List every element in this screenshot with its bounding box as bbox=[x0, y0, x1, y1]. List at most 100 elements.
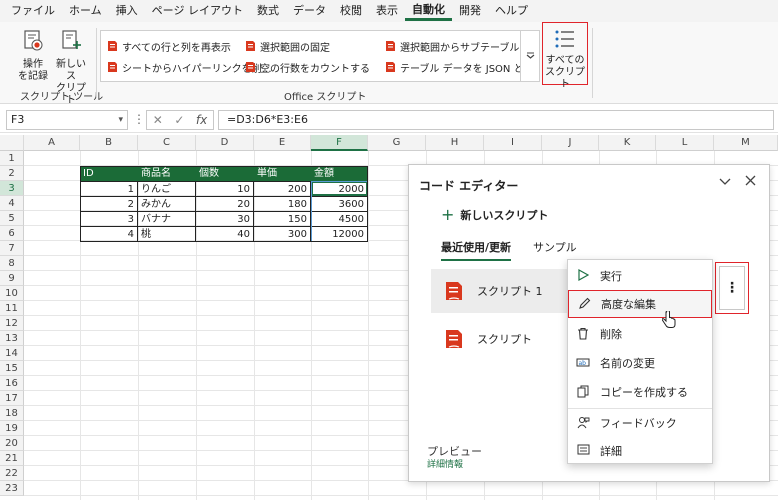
row-header[interactable]: 20 bbox=[0, 436, 24, 451]
menu-item-label: コピーを作成する bbox=[600, 386, 688, 399]
row-header[interactable]: 18 bbox=[0, 406, 24, 421]
tab-automate[interactable]: 自動化 bbox=[404, 1, 452, 21]
column-header-k[interactable]: K bbox=[599, 135, 656, 151]
row-header[interactable]: 2 bbox=[0, 166, 24, 181]
tab-data[interactable]: データ bbox=[286, 0, 333, 22]
column-header-b[interactable]: B bbox=[80, 135, 138, 151]
script-icon bbox=[107, 61, 118, 73]
row-header[interactable]: 6 bbox=[0, 226, 24, 241]
more-vertical-icon[interactable]: ⋮ bbox=[133, 112, 145, 126]
tab-formulas[interactable]: 数式 bbox=[250, 0, 286, 22]
gallery-label: 選択範囲の固定 bbox=[260, 42, 330, 54]
script-list-item[interactable]: スクリプト bbox=[431, 317, 571, 361]
menu-item-advanced-edit[interactable]: 高度な編集 bbox=[568, 290, 712, 318]
gallery-item-freeze-selection[interactable]: 選択範囲の固定 bbox=[245, 38, 330, 54]
tab-review[interactable]: 校閲 bbox=[333, 0, 369, 22]
row-header[interactable]: 22 bbox=[0, 466, 24, 481]
menu-item-details[interactable]: 詳細 bbox=[568, 437, 712, 465]
gallery-item-count-empty-rows[interactable]: 空の行数をカウントする bbox=[245, 59, 370, 75]
new-script-label-1: 新しいス bbox=[56, 59, 86, 82]
row-header[interactable]: 16 bbox=[0, 376, 24, 391]
row-header[interactable]: 19 bbox=[0, 421, 24, 436]
row-header[interactable]: 21 bbox=[0, 451, 24, 466]
name-box-value: F3 bbox=[11, 113, 25, 126]
row-header[interactable]: 7 bbox=[0, 241, 24, 256]
close-icon[interactable] bbox=[745, 175, 756, 189]
column-header-j[interactable]: J bbox=[542, 135, 599, 151]
script-icon bbox=[245, 40, 256, 52]
group-office-scripts-label: Office スクリプト bbox=[284, 92, 367, 103]
row-header[interactable]: 8 bbox=[0, 256, 24, 271]
select-all-corner[interactable] bbox=[0, 135, 24, 151]
column-header-g[interactable]: G bbox=[368, 135, 426, 151]
menu-item-copy[interactable]: コピーを作成する bbox=[568, 378, 712, 406]
row-header[interactable]: 11 bbox=[0, 301, 24, 316]
chevron-down-icon[interactable] bbox=[719, 175, 731, 190]
script-list-item[interactable]: スクリプト 1 bbox=[431, 269, 571, 313]
formula-bar: F3 ▾ ⋮ ✕ ✓ fx =D3:D6*E3:E6 bbox=[0, 107, 778, 133]
row-header[interactable]: 14 bbox=[0, 346, 24, 361]
menu-item-rename[interactable]: ab 名前の変更 bbox=[568, 349, 712, 377]
name-box[interactable]: F3 ▾ bbox=[6, 110, 128, 130]
tab-home[interactable]: ホーム bbox=[62, 0, 109, 22]
tab-file[interactable]: ファイル bbox=[4, 0, 62, 22]
row-header[interactable]: 5 bbox=[0, 211, 24, 226]
row-header[interactable]: 17 bbox=[0, 391, 24, 406]
gallery-item-unhide-all[interactable]: すべての行と列を再表示 bbox=[107, 38, 231, 54]
column-header-h[interactable]: H bbox=[426, 135, 484, 151]
column-header-a[interactable]: A bbox=[24, 135, 80, 151]
tab-sample[interactable]: サンプル bbox=[533, 239, 577, 255]
gallery-more-button[interactable] bbox=[520, 30, 540, 82]
row-header[interactable]: 10 bbox=[0, 286, 24, 301]
formula-actions: ✕ ✓ fx bbox=[146, 110, 214, 130]
gallery-item-table-json[interactable]: テーブル データを JSON と… bbox=[385, 59, 534, 75]
row-header[interactable]: 12 bbox=[0, 316, 24, 331]
menu-item-label: 削除 bbox=[600, 328, 622, 341]
details-icon bbox=[576, 444, 590, 458]
column-header-l[interactable]: L bbox=[656, 135, 714, 151]
grid-column-line bbox=[368, 151, 369, 500]
column-header-e[interactable]: E bbox=[254, 135, 311, 151]
more-options-button[interactable]: ⋮ bbox=[715, 262, 749, 314]
row-header[interactable]: 1 bbox=[0, 151, 24, 166]
feedback-icon bbox=[576, 416, 590, 430]
menu-item-run[interactable]: 実行 bbox=[568, 262, 712, 290]
column-header-f[interactable]: F bbox=[311, 135, 368, 151]
row-header[interactable]: 23 bbox=[0, 481, 24, 496]
gallery-label: 選択範囲からサブテーブルを… bbox=[400, 42, 540, 54]
list-icon bbox=[555, 30, 574, 48]
confirm-icon[interactable]: ✓ bbox=[174, 113, 184, 127]
cancel-icon[interactable]: ✕ bbox=[153, 113, 163, 127]
play-icon bbox=[576, 268, 590, 283]
tab-recent[interactable]: 最近使用/更新 bbox=[441, 239, 512, 261]
all-scripts-button[interactable]: すべての スクリプト bbox=[542, 22, 588, 90]
function-icon[interactable]: fx bbox=[196, 113, 207, 127]
column-header-d[interactable]: D bbox=[196, 135, 254, 151]
menu-item-feedback[interactable]: フィードバック bbox=[568, 409, 712, 437]
menu-item-label: 詳細 bbox=[600, 445, 622, 458]
new-script-link[interactable]: + 新しいスクリプト bbox=[441, 207, 548, 223]
row-header[interactable]: 4 bbox=[0, 196, 24, 211]
row-header[interactable]: 13 bbox=[0, 331, 24, 346]
ribbon: 操作 を記録 新しいス クリプト スクリプト ツール すべての行と列を再表示 選… bbox=[0, 22, 778, 106]
tab-developer[interactable]: 開発 bbox=[452, 0, 488, 22]
row-header[interactable]: 15 bbox=[0, 361, 24, 376]
ribbon-separator bbox=[592, 28, 593, 98]
record-actions-button[interactable]: 操作 を記録 bbox=[14, 28, 52, 83]
row-header[interactable]: 3 bbox=[0, 181, 24, 196]
script-icon bbox=[443, 328, 465, 350]
tab-help[interactable]: ヘルプ bbox=[488, 0, 535, 22]
tab-page-layout[interactable]: ページ レイアウト bbox=[145, 0, 250, 22]
gallery-item-subtable[interactable]: 選択範囲からサブテーブルを… bbox=[385, 38, 539, 54]
menu-item-delete[interactable]: 削除 bbox=[568, 320, 712, 348]
chevron-down-icon[interactable]: ▾ bbox=[118, 111, 123, 129]
tab-insert[interactable]: 挿入 bbox=[109, 0, 145, 22]
preview-more-info-link[interactable]: 詳細情報 bbox=[427, 457, 463, 470]
formula-input[interactable]: =D3:D6*E3:E6 bbox=[218, 110, 774, 130]
column-header-c[interactable]: C bbox=[138, 135, 196, 151]
column-header-i[interactable]: I bbox=[484, 135, 542, 151]
tab-view[interactable]: 表示 bbox=[369, 0, 405, 22]
row-header[interactable]: 9 bbox=[0, 271, 24, 286]
hand-cursor-icon bbox=[662, 311, 676, 328]
column-header-m[interactable]: M bbox=[714, 135, 778, 151]
